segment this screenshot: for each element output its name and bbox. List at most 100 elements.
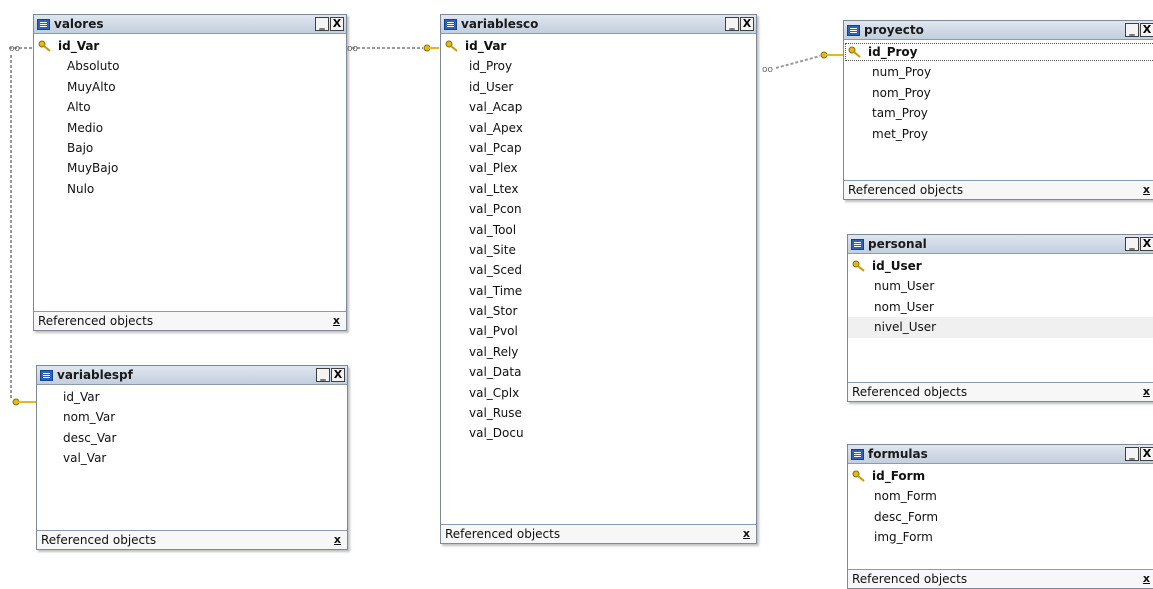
field-row[interactable]: desc_Var bbox=[37, 428, 347, 448]
field-row[interactable]: nom_Var bbox=[37, 407, 347, 427]
referenced-objects-label: Referenced objects bbox=[848, 183, 964, 197]
svg-text:oo: oo bbox=[9, 44, 21, 54]
field-row[interactable]: val_Pcon bbox=[441, 199, 756, 219]
table-icon bbox=[444, 18, 457, 30]
field-row[interactable]: desc_Form bbox=[848, 507, 1153, 527]
link-variablesco-proyecto: oo bbox=[762, 51, 843, 75]
close-button[interactable]: X bbox=[1140, 23, 1153, 37]
field-row[interactable]: val_Ruse bbox=[441, 403, 756, 423]
field-row[interactable]: id_Form bbox=[848, 466, 1153, 486]
table-variablespf[interactable]: variablespf _ X id_Var nom_Var desc_Var … bbox=[36, 365, 348, 550]
table-title-bar[interactable]: proyecto _ X bbox=[844, 21, 1153, 40]
table-valores[interactable]: valores _ X id_Var Absoluto MuyAlto Alto… bbox=[33, 14, 347, 331]
field-row[interactable]: MuyBajo bbox=[34, 158, 346, 178]
table-personal[interactable]: personal _ X id_User num_User nom_User n… bbox=[847, 234, 1153, 402]
field-row[interactable]: num_User bbox=[848, 276, 1153, 296]
table-name: variablespf bbox=[57, 368, 133, 382]
link-valores-variablespf: oo bbox=[9, 44, 36, 406]
table-title-bar[interactable]: personal _ X bbox=[848, 235, 1153, 254]
primary-key-icon bbox=[445, 40, 458, 52]
field-row[interactable]: val_Plex bbox=[441, 158, 756, 178]
table-title-bar[interactable]: valores _ X bbox=[34, 15, 346, 34]
field-row[interactable]: val_Sced bbox=[441, 260, 756, 280]
referenced-objects-close-button[interactable]: x bbox=[1143, 572, 1150, 585]
minimize-button[interactable]: _ bbox=[316, 368, 330, 382]
field-row[interactable]: id_Proy bbox=[441, 56, 756, 76]
field-list: id_Form nom_Form desc_Form img_Form bbox=[848, 464, 1153, 548]
field-row[interactable]: nom_Proy bbox=[844, 83, 1153, 103]
table-name: personal bbox=[868, 237, 927, 251]
field-row[interactable]: val_Pcap bbox=[441, 138, 756, 158]
link-valores-variablesco: oo bbox=[347, 44, 439, 54]
referenced-objects-close-button[interactable]: x bbox=[1143, 183, 1150, 196]
field-row[interactable]: nivel_User bbox=[848, 317, 1153, 338]
table-proyecto[interactable]: proyecto _ X id_Proy num_Proy nom_Proy t… bbox=[843, 20, 1153, 200]
field-row[interactable]: val_Ltex bbox=[441, 179, 756, 199]
field-row[interactable]: tam_Proy bbox=[844, 103, 1153, 123]
close-button[interactable]: X bbox=[331, 368, 345, 382]
field-row[interactable]: val_Data bbox=[441, 362, 756, 382]
field-row[interactable]: Absoluto bbox=[34, 56, 346, 76]
table-icon bbox=[851, 238, 864, 250]
minimize-button[interactable]: _ bbox=[725, 17, 739, 31]
table-variablesco[interactable]: variablesco _ X id_Var id_Proy id_User v… bbox=[440, 14, 757, 544]
table-icon bbox=[851, 448, 864, 460]
field-row[interactable]: Bajo bbox=[34, 138, 346, 158]
svg-text:oo: oo bbox=[762, 65, 774, 75]
field-row[interactable]: val_Site bbox=[441, 240, 756, 260]
field-row[interactable]: id_Var bbox=[441, 36, 756, 56]
referenced-objects-close-button[interactable]: x bbox=[743, 527, 750, 540]
field-row[interactable]: val_Tool bbox=[441, 220, 756, 240]
field-row[interactable]: MuyAlto bbox=[34, 77, 346, 97]
field-row[interactable]: Medio bbox=[34, 118, 346, 138]
table-title-bar[interactable]: variablespf _ X bbox=[37, 366, 347, 385]
referenced-objects-bar: Referenced objects x bbox=[844, 180, 1153, 199]
table-title-bar[interactable]: formulas _ X bbox=[848, 445, 1153, 464]
table-title-bar[interactable]: variablesco _ X bbox=[441, 15, 756, 34]
table-formulas[interactable]: formulas _ X id_Form nom_Form desc_Form … bbox=[847, 444, 1153, 589]
field-row[interactable]: val_Rely bbox=[441, 342, 756, 362]
field-row[interactable]: val_Apex bbox=[441, 118, 756, 138]
field-row[interactable]: img_Form bbox=[848, 527, 1153, 547]
minimize-button[interactable]: _ bbox=[1125, 23, 1139, 37]
referenced-objects-close-button[interactable]: x bbox=[334, 533, 341, 546]
minimize-button[interactable]: _ bbox=[315, 17, 329, 31]
field-row[interactable]: val_Var bbox=[37, 448, 347, 468]
minimize-button[interactable]: _ bbox=[1125, 237, 1139, 251]
close-button[interactable]: X bbox=[740, 17, 754, 31]
svg-text:oo: oo bbox=[347, 44, 359, 54]
field-row[interactable]: num_Proy bbox=[844, 62, 1153, 82]
primary-key-icon bbox=[848, 46, 861, 58]
minimize-button[interactable]: _ bbox=[1125, 447, 1139, 461]
field-row[interactable]: met_Proy bbox=[844, 124, 1153, 144]
close-button[interactable]: X bbox=[330, 17, 344, 31]
field-row[interactable]: val_Cplx bbox=[441, 383, 756, 403]
table-name: valores bbox=[54, 17, 104, 31]
field-list: id_Var nom_Var desc_Var val_Var bbox=[37, 385, 347, 469]
field-row[interactable]: id_Proy bbox=[844, 42, 1153, 62]
field-row[interactable]: val_Docu bbox=[441, 423, 756, 443]
field-row[interactable]: nom_Form bbox=[848, 486, 1153, 506]
primary-key-icon bbox=[38, 40, 51, 52]
field-row[interactable]: Alto bbox=[34, 97, 346, 117]
referenced-objects-label: Referenced objects bbox=[852, 385, 968, 399]
field-row[interactable]: Nulo bbox=[34, 179, 346, 199]
close-button[interactable]: X bbox=[1140, 237, 1153, 251]
referenced-objects-label: Referenced objects bbox=[852, 572, 968, 586]
referenced-objects-close-button[interactable]: x bbox=[333, 314, 340, 327]
referenced-objects-bar: Referenced objects x bbox=[848, 569, 1153, 588]
field-row[interactable]: val_Time bbox=[441, 281, 756, 301]
referenced-objects-label: Referenced objects bbox=[445, 527, 561, 541]
field-row[interactable]: val_Acap bbox=[441, 97, 756, 117]
field-list: id_Var id_Proy id_User val_Acap val_Apex… bbox=[441, 34, 756, 444]
field-row[interactable]: id_User bbox=[848, 256, 1153, 276]
field-row[interactable]: val_Pvol bbox=[441, 321, 756, 341]
close-button[interactable]: X bbox=[1140, 447, 1153, 461]
field-row[interactable]: id_Var bbox=[34, 36, 346, 56]
referenced-objects-close-button[interactable]: x bbox=[1143, 385, 1150, 398]
field-row[interactable]: id_Var bbox=[37, 387, 347, 407]
field-row[interactable]: nom_User bbox=[848, 297, 1153, 317]
field-row[interactable]: id_User bbox=[441, 77, 756, 97]
table-name: formulas bbox=[868, 447, 928, 461]
field-row[interactable]: val_Stor bbox=[441, 301, 756, 321]
